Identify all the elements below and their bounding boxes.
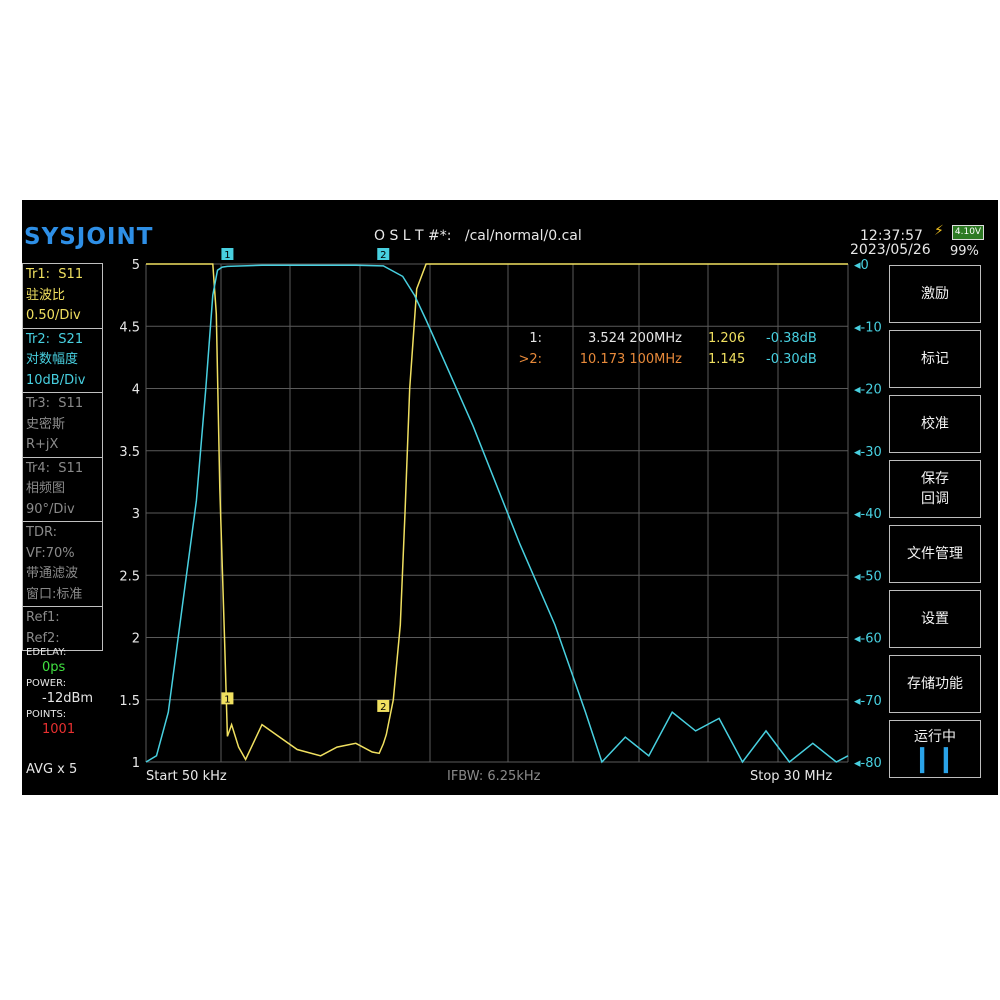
- points-label: POINTS:: [26, 709, 67, 720]
- trace-2-format: 对数幅度: [26, 352, 79, 367]
- marker-id-1: 1:: [529, 331, 542, 346]
- marker-vswr-1: 1.206: [708, 331, 745, 346]
- settings-button[interactable]: 设置: [889, 590, 981, 648]
- trace-1-name: Tr1:: [26, 267, 51, 282]
- tdr-vf: VF:70%: [26, 545, 75, 561]
- trace-2-scale: 10dB/Div: [26, 372, 86, 388]
- tdr-box[interactable]: TDR: VF:70% 带通滤波 窗口:标准: [22, 521, 103, 606]
- trace-4-param: S11: [58, 460, 84, 476]
- left-tick-label: 1: [132, 756, 140, 771]
- trace-3-format: 史密斯: [26, 416, 66, 432]
- right-tick-label: ◂-40: [854, 507, 882, 522]
- left-tick-label: 4.5: [119, 320, 140, 335]
- trace-4-scale: 90°/Div: [26, 501, 75, 517]
- marker-frequency-1: 3.524 200MHz: [588, 331, 682, 346]
- marker-2-yellow-label: 2: [380, 702, 386, 713]
- marker-2-cyan-label: 2: [380, 250, 386, 261]
- storage-function-button[interactable]: 存储功能: [889, 655, 981, 713]
- trace-3-box[interactable]: Tr3: S11 史密斯 R+jX: [22, 392, 103, 457]
- stimulus-button[interactable]: 激励: [889, 265, 981, 323]
- marker-vswr-2: 1.145: [708, 352, 745, 367]
- right-tick-label: ◂-50: [854, 569, 882, 584]
- left-tick-label: 2: [132, 632, 140, 647]
- right-tick-label: ◂-70: [854, 694, 882, 709]
- marker-readout: 1: 3.524 200MHz 1.206 -0.38dB >2: 10.173 100M…: [518, 331, 816, 367]
- measurement-settings: EDELAY: 0ps POWER: -12dBm POINTS: 1001: [26, 646, 106, 739]
- right-tick-label: ◂-20: [854, 383, 882, 398]
- trace-4-format: 相频图: [26, 481, 66, 496]
- trace-4-name: Tr4:: [26, 460, 51, 476]
- tdr-mode: 带通滤波: [26, 566, 79, 581]
- marker-db-1: -0.38dB: [766, 331, 817, 346]
- trace-panel: Tr1: S11 驻波比 0.50/Div Tr2: S21 对数幅度 10dB…: [22, 263, 103, 651]
- tdr-window: 窗口:标准: [26, 586, 83, 602]
- marker-db-2: -0.30dB: [766, 352, 817, 367]
- right-tick-label: ◂-80: [854, 756, 882, 771]
- run-pause-button[interactable]: 运行中 ❙❙: [889, 720, 981, 778]
- calibration-button[interactable]: 校准: [889, 395, 981, 453]
- trace-4-box[interactable]: Tr4: S11 相频图 90°/Div: [22, 456, 103, 521]
- trace-3-scale: R+jX: [26, 437, 59, 452]
- right-tick-label: ◂-60: [854, 632, 882, 647]
- averaging-status: AVG x 5: [26, 762, 78, 777]
- trace-1-param: S11: [58, 267, 84, 282]
- marker-1-cyan-label: 1: [224, 250, 230, 261]
- left-tick-label: 3: [132, 507, 140, 522]
- softkey-menu: 激励 标记 校准 保存 回调 文件管理 设置 存储功能 运行中 ❙❙: [889, 265, 983, 785]
- right-tick-label: ◂-10: [854, 320, 882, 335]
- marker-button[interactable]: 标记: [889, 330, 981, 388]
- trace-2-box[interactable]: Tr2: S21 对数幅度 10dB/Div: [22, 327, 103, 392]
- left-tick-label: 5: [132, 258, 140, 273]
- stop-frequency[interactable]: Stop 30 MHz: [750, 769, 832, 784]
- file-manager-button[interactable]: 文件管理: [889, 525, 981, 583]
- edelay-label: EDELAY:: [26, 647, 67, 658]
- ifbw-label: IFBW: 6.25kHz: [447, 769, 541, 784]
- vna-screen: SYSJOINT O S L T #*: /cal/normal/0.cal 1…: [22, 200, 998, 795]
- pause-icon: ❙❙: [911, 744, 959, 774]
- tdr-label: TDR:: [26, 525, 57, 540]
- power-value[interactable]: -12dBm: [26, 690, 106, 708]
- trace-1-format: 驻波比: [26, 287, 66, 303]
- trace-3-name: Tr3:: [26, 396, 51, 411]
- right-tick-label: ◂0: [854, 258, 869, 273]
- save-recall-button[interactable]: 保存 回调: [889, 460, 981, 518]
- trace-2-name: Tr2:: [26, 331, 51, 347]
- trace-2-param: S21: [58, 331, 84, 347]
- trace-3-param: S11: [58, 396, 84, 411]
- left-tick-label: 3.5: [119, 445, 140, 460]
- plot-area[interactable]: 5 4.5 4 3.5 3 2.5 2 1.5 1 ◂0 ◂-10 ◂-20 ◂-30 ◂-40 ◂-50 ◂…: [22, 200, 998, 795]
- start-frequency[interactable]: Start 50 kHz: [146, 769, 227, 784]
- ref-box[interactable]: Ref1: Ref2:: [22, 606, 103, 651]
- marker-flags: 1 1 2 2: [221, 248, 390, 713]
- marker-1-yellow-label: 1: [224, 694, 230, 705]
- trace-1-box[interactable]: Tr1: S11 驻波比 0.50/Div: [22, 263, 103, 328]
- marker-id-2: >2:: [518, 352, 542, 367]
- points-value[interactable]: 1001: [26, 721, 106, 739]
- marker-frequency-2: 10.173 100MHz: [580, 352, 682, 367]
- ref-1: Ref1:: [26, 610, 60, 625]
- edelay-value[interactable]: 0ps: [26, 659, 106, 677]
- left-tick-label: 4: [132, 383, 140, 398]
- power-label: POWER:: [26, 678, 67, 689]
- trace-1-scale: 0.50/Div: [26, 308, 81, 323]
- left-tick-label: 2.5: [119, 569, 140, 584]
- right-tick-label: ◂-30: [854, 445, 882, 460]
- left-tick-label: 1.5: [119, 694, 140, 709]
